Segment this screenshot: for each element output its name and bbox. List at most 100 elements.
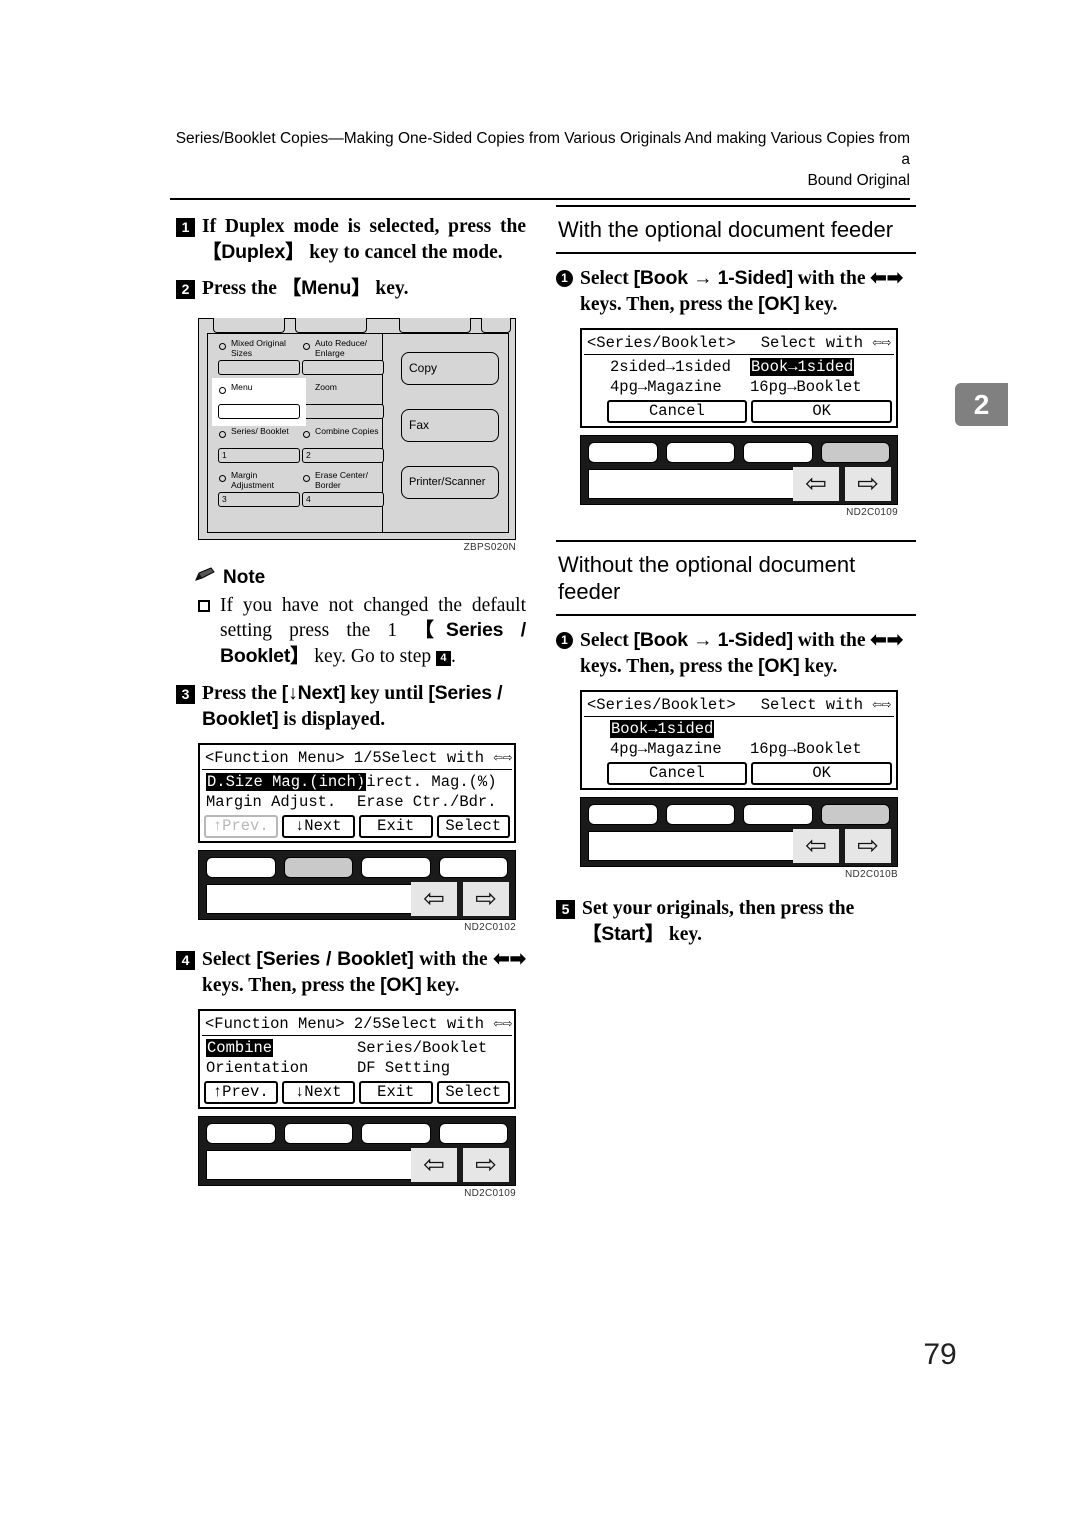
text-a: Set your originals, then press the [582, 898, 855, 919]
section1-step-1: 1 Select [Book → 1-Sided] with the ⬅➡ ke… [556, 266, 916, 317]
step-5-text: Set your originals, then press the 【Star… [582, 896, 916, 947]
lcd-title-bar: <Series/Booklet> Select with ⇦⇨ [584, 694, 894, 717]
right-arrow-icon[interactable]: ⇨ [463, 882, 509, 916]
keypad-soft-key-4[interactable] [438, 857, 508, 878]
keypad-soft-key-2[interactable] [665, 804, 735, 825]
figure-code-keypad-4: ND2C010B [845, 869, 898, 880]
key-button[interactable]: 2 [302, 447, 384, 463]
right-arrow-icon[interactable]: ⇨ [463, 1148, 509, 1182]
key-combine-copies[interactable]: Combine Copies 2 [302, 426, 384, 463]
lcd-button-cancel[interactable]: Cancel [606, 762, 748, 785]
key-button[interactable]: 4 [302, 491, 384, 507]
key-erase-center-border[interactable]: Erase Center/ Border 4 [302, 470, 384, 507]
key-series-booklet[interactable]: Series/ Booklet 1 [218, 426, 300, 463]
step-3-text-a: Press the [202, 683, 282, 704]
keypad-soft-key-3[interactable] [743, 804, 813, 825]
keypad-soft-key-2[interactable] [283, 1123, 353, 1144]
section2-step-1: 1 Select [Book → 1-Sided] with the ⬅➡ ke… [556, 628, 916, 679]
text-a: Select [580, 268, 634, 289]
key-button[interactable] [218, 359, 300, 375]
key-button[interactable] [302, 359, 384, 375]
left-arrow-icon[interactable]: ⇦ [411, 882, 457, 916]
lcd-button-select[interactable]: Select [436, 1081, 510, 1104]
lcd-option[interactable]: Book→1sided [610, 719, 750, 739]
key-margin-adjustment[interactable]: Margin Adjustment 3 [218, 470, 300, 507]
left-arrow-icon[interactable]: ⇦ [793, 467, 839, 501]
lcd-button-prev[interactable]: ↑Prev. [204, 1081, 278, 1104]
lcd-button-ok[interactable]: OK [751, 400, 892, 423]
key-button[interactable] [302, 403, 384, 419]
section-title: With the optional document feeder [558, 217, 894, 242]
lcd-hint-text: Select with [760, 696, 864, 714]
key-button[interactable]: 1 [218, 447, 300, 463]
lcd-option[interactable]: D.Size Mag.(inch) [206, 772, 367, 792]
lcd-option[interactable]: DF Setting [357, 1058, 508, 1078]
lcd-button-next[interactable]: ↓Next [281, 1081, 355, 1104]
ok-key-label: [OK] [758, 292, 800, 315]
right-arrow-icon[interactable]: ⇨ [845, 829, 891, 863]
step-2: 2 Press the 【Menu】 key. [176, 276, 526, 302]
step-5-number: 5 [556, 900, 575, 919]
note-bullet-icon [198, 599, 210, 612]
key-label-text: Margin Adjustment [231, 469, 274, 491]
right-arrow-icon[interactable]: ⇨ [845, 467, 891, 501]
lcd-button-next[interactable]: ↓Next [281, 815, 355, 838]
key-button[interactable] [218, 403, 300, 419]
lcd-hint-text: Select with [760, 334, 864, 352]
lcd-button-prev[interactable]: ↑Prev. [204, 815, 278, 838]
left-arrow-icon[interactable]: ⇦ [793, 829, 839, 863]
lcd-option[interactable]: Combine [206, 1038, 357, 1058]
mode-button-printer-scanner[interactable]: Printer/Scanner [401, 465, 499, 499]
section1-step-1-text: Select [Book → 1-Sided] with the ⬅➡ keys… [580, 266, 916, 317]
lcd-option[interactable]: 2sided→1sided [610, 357, 750, 377]
key-menu[interactable]: Menu [218, 382, 300, 419]
figure-code-keypad-3: ND2C0109 [846, 507, 898, 518]
lcd-option[interactable]: Series/Booklet [357, 1038, 508, 1058]
lcd-rows: Book→1sided 4pg→Magazine 16pg→Booklet [584, 717, 894, 761]
keypad-soft-key-1[interactable] [206, 857, 276, 878]
step-1-text-a: If Duplex mode is selected, press the [202, 216, 526, 237]
keypad-soft-key-4[interactable] [820, 442, 890, 463]
lcd-option[interactable]: 16pg→Booklet [750, 377, 890, 397]
keypad-soft-key-2[interactable] [665, 442, 735, 463]
keypad-soft-key-4[interactable] [820, 804, 890, 825]
lcd-option[interactable]: 4pg→Magazine [610, 739, 750, 759]
lcd-option[interactable]: 4pg→Magazine [610, 377, 750, 397]
left-arrow-icon[interactable]: ⇦ [411, 1148, 457, 1182]
key-mixed-original-sizes[interactable]: Mixed Original Sizes [218, 338, 300, 375]
lcd-option[interactable]: Margin Adjust. [206, 792, 357, 812]
section-with-feeder-heading: With the optional document feeder [556, 205, 916, 254]
keypad-soft-key-3[interactable] [361, 1123, 431, 1144]
lcd-row: Book→1sided [610, 719, 890, 739]
mode-button-fax[interactable]: Fax [401, 408, 499, 442]
lcd-option-text: 2sided→1sided [610, 358, 731, 376]
lcd-option[interactable]: Erase Ctr./Bdr. [357, 792, 508, 812]
keypad-soft-key-2[interactable] [283, 857, 353, 878]
keypad-soft-key-3[interactable] [361, 857, 431, 878]
key-zoom[interactable]: Zoom [302, 382, 384, 419]
keypad-soft-key-1[interactable] [206, 1123, 276, 1144]
keypad-soft-key-3[interactable] [743, 442, 813, 463]
mode-button-copy[interactable]: Copy [401, 351, 499, 385]
lcd-arrow-keys-icon: ⇦⇨ [493, 749, 513, 767]
lcd-hint: Select with ⇦⇨ [382, 1015, 512, 1034]
control-panel-body: Mixed Original Sizes Auto Reduce/ Enlarg… [198, 317, 516, 540]
step-3-number: 3 [176, 685, 195, 704]
lcd-button-exit[interactable]: Exit [359, 815, 433, 838]
keypad-soft-key-1[interactable] [588, 804, 658, 825]
panel-tab-3 [399, 317, 471, 333]
lcd-option[interactable]: Direct. Mag.(%) [357, 772, 508, 792]
keypad-soft-key-4[interactable] [438, 1123, 508, 1144]
key-button[interactable]: 3 [218, 491, 300, 507]
lcd-button-cancel[interactable]: Cancel [606, 400, 748, 423]
lcd-option[interactable]: Orientation [206, 1058, 357, 1078]
keypad-soft-key-1[interactable] [588, 442, 658, 463]
figure-code-control-panel: ZBPS020N [463, 541, 516, 553]
lcd-button-exit[interactable]: Exit [359, 1081, 433, 1104]
lcd-button-ok[interactable]: OK [751, 762, 892, 785]
lcd-option[interactable]: Book→1sided [750, 357, 890, 377]
key-auto-reduce-enlarge[interactable]: Auto Reduce/ Enlarge [302, 338, 384, 375]
lcd-button-select[interactable]: Select [436, 815, 510, 838]
lcd-option[interactable]: 16pg→Booklet [750, 739, 890, 759]
section1-step-1-number: 1 [556, 270, 573, 287]
